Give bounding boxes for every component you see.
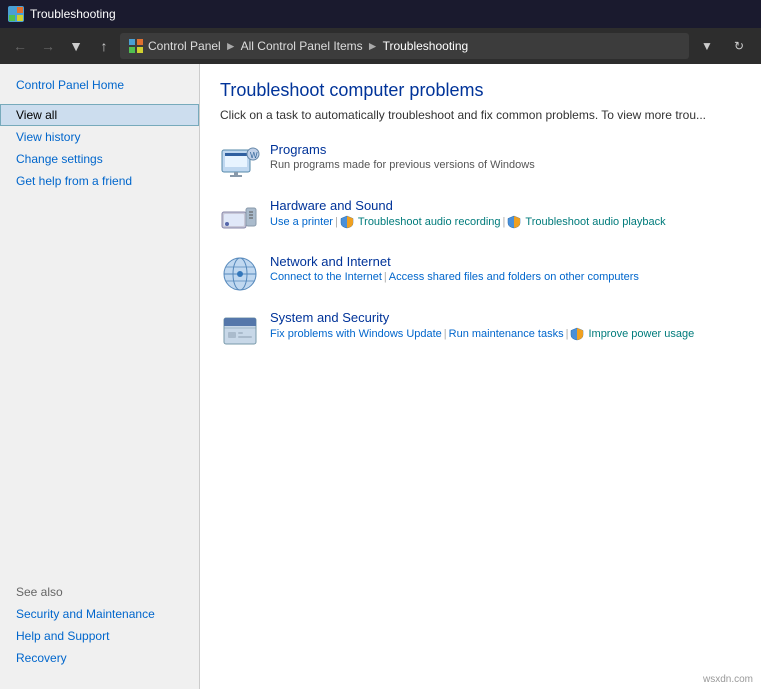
breadcrumb-all-items[interactable]: All Control Panel Items xyxy=(241,39,363,53)
sidebar-change-settings[interactable]: Change settings xyxy=(0,148,199,170)
hardware-links: Use a printer | Troubleshoot audio recor… xyxy=(270,215,741,229)
address-content: Control Panel ► All Control Panel Items … xyxy=(120,33,689,59)
sidebar-get-help[interactable]: Get help from a friend xyxy=(0,170,199,192)
dropdown-button[interactable]: ▼ xyxy=(693,34,721,58)
title-bar: Troubleshooting xyxy=(0,0,761,28)
breadcrumb-control-panel[interactable]: Control Panel xyxy=(148,39,221,53)
security-links: Fix problems with Windows Update | Run m… xyxy=(270,327,741,341)
sidebar-help-support[interactable]: Help and Support xyxy=(0,625,199,647)
programs-item: W Programs Run programs made for previou… xyxy=(220,142,741,182)
recent-button[interactable]: ▼ xyxy=(64,34,88,58)
run-maintenance-link[interactable]: Run maintenance tasks xyxy=(449,328,564,340)
up-button[interactable]: ↑ xyxy=(92,34,116,58)
title-bar-text: Troubleshooting xyxy=(30,7,116,21)
access-shared-files-link[interactable]: Access shared files and folders on other… xyxy=(389,271,639,283)
hardware-item: Hardware and Sound Use a printer | Troub… xyxy=(220,198,741,238)
address-controls: ▼ ↻ xyxy=(693,34,753,58)
connect-internet-link[interactable]: Connect to the Internet xyxy=(270,271,382,283)
page-description: Click on a task to automatically trouble… xyxy=(220,107,741,124)
sidebar-view-history[interactable]: View history xyxy=(0,126,199,148)
shield-playback-icon xyxy=(507,215,521,229)
network-title[interactable]: Network and Internet xyxy=(270,254,741,269)
main-container: Control Panel Home View all View history… xyxy=(0,64,761,689)
programs-title[interactable]: Programs xyxy=(270,142,741,157)
watermark: wsxdn.com xyxy=(703,674,753,685)
security-item: System and Security Fix problems with Wi… xyxy=(220,310,741,350)
sidebar-top: Control Panel Home View all View history… xyxy=(0,74,199,192)
programs-subtitle: Run programs made for previous versions … xyxy=(270,159,741,171)
breadcrumb-troubleshooting: Troubleshooting xyxy=(383,39,469,53)
network-item: Network and Internet Connect to the Inte… xyxy=(220,254,741,294)
programs-content: Programs Run programs made for previous … xyxy=(270,142,741,171)
sidebar-control-panel-home[interactable]: Control Panel Home xyxy=(0,74,199,96)
troubleshoot-audio-recording-link[interactable]: Troubleshoot audio recording xyxy=(358,216,501,228)
network-links: Connect to the Internet | Access shared … xyxy=(270,271,741,283)
back-button[interactable]: ← xyxy=(8,34,32,58)
refresh-button[interactable]: ↻ xyxy=(725,34,753,58)
security-content: System and Security Fix problems with Wi… xyxy=(270,310,741,341)
improve-power-link[interactable]: Improve power usage xyxy=(588,328,694,340)
hardware-content: Hardware and Sound Use a printer | Troub… xyxy=(270,198,741,229)
use-printer-link[interactable]: Use a printer xyxy=(270,216,333,228)
content-area: Troubleshoot computer problems Click on … xyxy=(200,64,761,689)
troubleshoot-audio-playback-link[interactable]: Troubleshoot audio playback xyxy=(525,216,665,228)
svg-text:W: W xyxy=(250,151,258,160)
shield-power-icon xyxy=(570,327,584,341)
sidebar-security-maintenance[interactable]: Security and Maintenance xyxy=(0,603,199,625)
fix-windows-update-link[interactable]: Fix problems with Windows Update xyxy=(270,328,442,340)
programs-icon: W xyxy=(220,142,260,182)
address-bar: ← → ▼ ↑ Control Panel ► All Control Pane… xyxy=(0,28,761,64)
network-icon xyxy=(220,254,260,294)
sidebar-view-all[interactable]: View all xyxy=(0,104,199,126)
hardware-title[interactable]: Hardware and Sound xyxy=(270,198,741,213)
security-icon xyxy=(220,310,260,350)
network-content: Network and Internet Connect to the Inte… xyxy=(270,254,741,283)
see-also-label: See also xyxy=(0,581,199,603)
page-title: Troubleshoot computer problems xyxy=(220,80,741,101)
app-icon xyxy=(8,6,24,22)
hardware-icon xyxy=(220,198,260,238)
sidebar: Control Panel Home View all View history… xyxy=(0,64,200,689)
security-title[interactable]: System and Security xyxy=(270,310,741,325)
sidebar-recovery[interactable]: Recovery xyxy=(0,647,199,669)
sidebar-bottom: See also Security and Maintenance Help a… xyxy=(0,581,199,679)
forward-button[interactable]: → xyxy=(36,34,60,58)
shield-audio-icon xyxy=(340,215,354,229)
